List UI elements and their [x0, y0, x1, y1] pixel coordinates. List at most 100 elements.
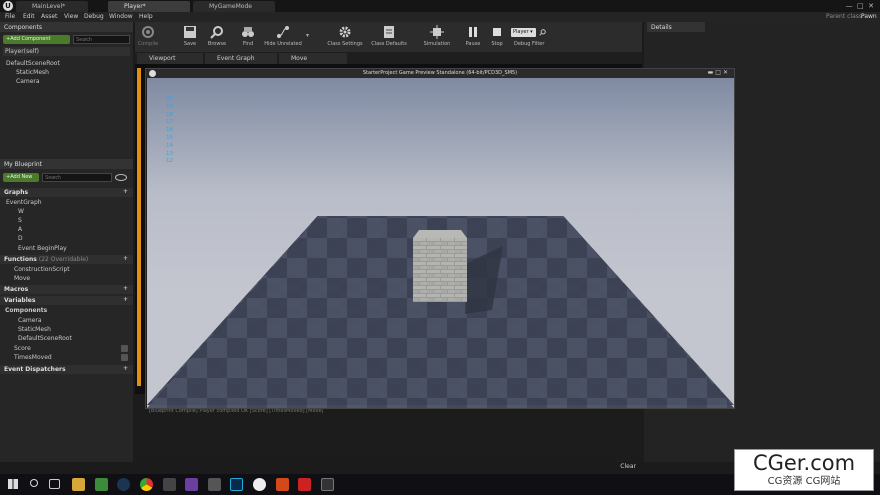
search-icon[interactable] — [30, 479, 38, 487]
eventgraph-item[interactable]: EventGraph — [6, 199, 42, 206]
player-self-row[interactable]: Player(self) — [3, 47, 130, 56]
menu-file[interactable]: File — [5, 13, 15, 20]
app-green-icon[interactable] — [95, 478, 108, 491]
section-functions[interactable]: Functions (22 Overridable) + — [0, 255, 133, 264]
myblueprint-tab[interactable]: My Blueprint — [0, 159, 133, 169]
overridable-count: (22 Overridable) — [38, 256, 89, 263]
game-scene[interactable]: 20 19 18 17 16 15 14 13 12 — [147, 78, 734, 408]
add-new-button[interactable]: +Add New — [3, 173, 39, 182]
class-settings-button[interactable]: Class Settings — [325, 22, 365, 52]
counter-line: 19 — [166, 103, 173, 110]
function-move[interactable]: Move — [14, 275, 30, 282]
event-a[interactable]: A — [18, 226, 22, 233]
var-score[interactable]: Score — [14, 345, 31, 352]
timesmoved-visibility-icon[interactable] — [121, 354, 128, 361]
clear-button[interactable]: Clear — [620, 463, 636, 470]
var-staticmesh[interactable]: StaticMesh — [18, 326, 51, 333]
var-camera[interactable]: Camera — [18, 317, 42, 324]
simulation-button[interactable]: Simulation — [419, 22, 455, 52]
tree-camera[interactable]: Camera — [16, 78, 40, 85]
app-dark-icon[interactable] — [321, 478, 334, 491]
components-search-input[interactable] — [73, 35, 130, 44]
debug-search-icon[interactable] — [539, 29, 546, 36]
unity-icon[interactable] — [163, 478, 176, 491]
compile-icon — [142, 26, 154, 38]
event-beginplay[interactable]: Event BeginPlay — [18, 245, 67, 252]
editor-tabs: Viewport Event Graph Move — [135, 52, 642, 64]
find-button[interactable]: Find — [232, 22, 264, 52]
add-graph-icon[interactable]: + — [123, 188, 128, 195]
tree-staticmesh[interactable]: StaticMesh — [16, 69, 49, 76]
hide-unrelated-button[interactable]: Hide Unrelated — [263, 22, 303, 52]
add-function-icon[interactable]: + — [123, 255, 128, 262]
section-variables[interactable]: Variables + — [0, 296, 133, 305]
stop-button[interactable]: Stop — [483, 22, 511, 52]
var-defaultsceneroot[interactable]: DefaultSceneRoot — [18, 335, 72, 342]
media-player-icon[interactable] — [208, 478, 221, 491]
window-controls[interactable]: — □ ✕ — [846, 2, 874, 10]
browse-button[interactable]: Browse — [202, 22, 232, 52]
file-explorer-icon[interactable] — [72, 478, 85, 491]
tab-player[interactable]: Player* — [108, 1, 190, 12]
gear-icon — [339, 26, 351, 38]
components-tab[interactable]: Components — [0, 22, 133, 32]
menu-debug[interactable]: Debug — [84, 13, 104, 20]
chrome-icon[interactable] — [140, 478, 153, 491]
eye-icon[interactable] — [115, 174, 127, 181]
counter-line: 18 — [166, 111, 173, 118]
details-tab[interactable]: Details — [647, 22, 705, 32]
visual-studio-icon[interactable] — [185, 478, 198, 491]
event-d[interactable]: D — [18, 235, 23, 242]
toolbar: Compile Save Browse Find Hide Unrelated … — [135, 22, 642, 52]
event-w[interactable]: W — [18, 208, 24, 215]
add-dispatcher-icon[interactable]: + — [123, 365, 128, 372]
counter-line: 17 — [166, 119, 173, 126]
hide-unrelated-dropdown-icon[interactable]: ▾ — [306, 32, 309, 39]
menu-view[interactable]: View — [64, 13, 78, 20]
steam-icon[interactable] — [117, 478, 130, 491]
game-window-title: StarterProject Game Preview Standalone (… — [362, 70, 518, 76]
watermark-subtitle: CG资源 CG网站 — [767, 476, 841, 487]
section-graphs[interactable]: Graphs + — [0, 188, 133, 197]
add-variable-icon[interactable]: + — [123, 296, 128, 303]
parent-class-value[interactable]: Pawn — [861, 13, 877, 20]
task-view-icon[interactable] — [49, 479, 60, 489]
section-event-dispatchers[interactable]: Event Dispatchers + — [0, 365, 133, 374]
tab-mygamemode[interactable]: MyGameMode — [193, 1, 275, 12]
windows-start-icon[interactable] — [8, 479, 18, 489]
menu-window[interactable]: Window — [109, 13, 133, 20]
compile-button[interactable]: Compile — [133, 22, 163, 52]
add-component-button[interactable]: +Add Component — [3, 35, 70, 44]
game-preview-window[interactable]: StarterProject Game Preview Standalone (… — [145, 68, 735, 409]
var-timesmoved[interactable]: TimesMoved — [14, 354, 52, 361]
tab-move[interactable]: Move — [279, 53, 347, 64]
blueprint-search-input[interactable] — [42, 173, 112, 182]
save-button[interactable]: Save — [177, 22, 203, 52]
game-window-titlebar[interactable]: StarterProject Game Preview Standalone (… — [146, 69, 734, 78]
tree-defaultsceneroot[interactable]: DefaultSceneRoot — [6, 60, 60, 67]
tab-mainlevel[interactable]: MainLevel* — [16, 1, 88, 12]
scene-render — [147, 78, 734, 408]
components-group[interactable]: Components — [5, 307, 47, 314]
menu-help[interactable]: Help — [139, 13, 153, 20]
debug-filter-label: Debug Filter — [514, 41, 545, 47]
simulation-icon — [430, 25, 444, 39]
left-panel: Components +Add Component Player(self) D… — [0, 22, 133, 462]
section-macros[interactable]: Macros + — [0, 285, 133, 294]
debug-object-select[interactable]: Player ▾ — [511, 28, 536, 37]
app-red-icon[interactable] — [298, 478, 311, 491]
menu-asset[interactable]: Asset — [41, 13, 57, 20]
tab-event-graph[interactable]: Event Graph — [205, 53, 277, 64]
function-constructionscript[interactable]: ConstructionScript — [14, 266, 70, 273]
app-orange-icon[interactable] — [276, 478, 289, 491]
menu-edit[interactable]: Edit — [23, 13, 35, 20]
class-defaults-button[interactable]: Class Defaults — [368, 22, 410, 52]
score-visibility-icon[interactable] — [121, 345, 128, 352]
tab-viewport[interactable]: Viewport — [137, 53, 203, 64]
add-macro-icon[interactable]: + — [123, 285, 128, 292]
compile-label: Compile — [137, 41, 159, 47]
photoshop-icon[interactable] — [230, 478, 243, 491]
game-window-controls[interactable]: ▬□✕ — [708, 69, 730, 76]
unreal-engine-icon[interactable] — [253, 478, 266, 491]
event-s[interactable]: S — [18, 217, 22, 224]
